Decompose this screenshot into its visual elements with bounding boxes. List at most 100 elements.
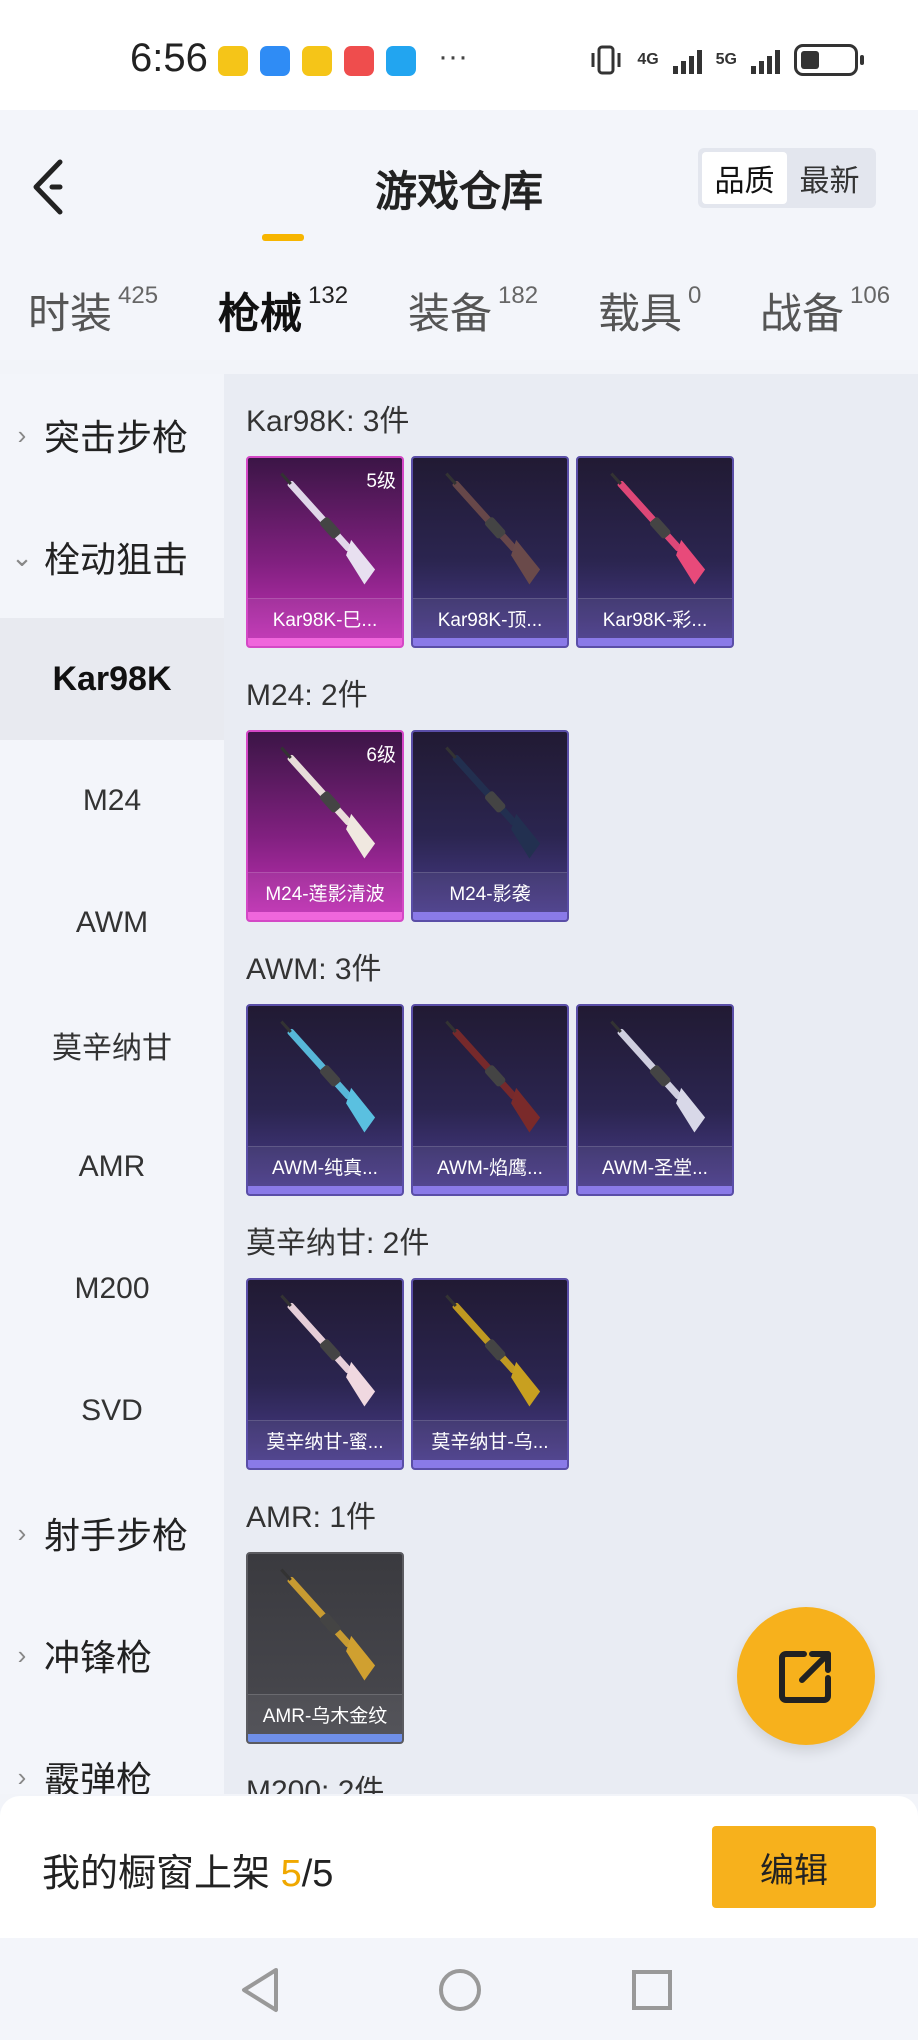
sidebar-item-label: AWM [75,906,149,939]
sidebar-subitem[interactable]: M200 [0,1228,224,1350]
sidebar-subitem[interactable]: M24 [0,740,224,862]
sidebar-category[interactable]: › 霰弹枪 [0,1716,224,1794]
sidebar-item-label: 莫辛纳甘 [52,1032,172,1065]
weapon-image [280,1294,376,1407]
tab-label: 载具 [598,290,683,337]
chevron-down-icon: ⌄ [11,541,33,572]
weapon-name: AWM-圣堂... [578,1146,732,1186]
sidebar-item-label: 栓动狙击 [44,539,189,580]
weapon-name: M24-影袭 [413,872,567,912]
vibrate-icon [591,45,621,75]
sidebar-item-label: AMR [78,1150,146,1183]
weapon-card[interactable]: 莫辛纳甘-乌... [411,1278,569,1470]
rarity-bar [248,638,402,646]
sort-toggle: 品质 最新 [698,148,876,208]
weapon-name: Kar98K-顶... [413,598,567,638]
edit-button[interactable]: 编辑 [712,1826,876,1908]
sidebar-category[interactable]: › 突击步枪 [0,374,224,496]
rarity-bar [413,1460,567,1468]
sidebar-item-label: 突击步枪 [44,417,189,458]
sidebar-category[interactable]: › 冲锋枪 [0,1594,224,1716]
weapon-image [610,472,706,585]
signal-icon [672,46,702,74]
group-title: M24: 2件 [246,679,368,712]
tab-label: 战备 [760,290,845,337]
tab-count: 0 [688,282,702,309]
nav-home-icon[interactable] [430,1960,490,2020]
weapon-card[interactable]: 莫辛纳甘-蜜... [246,1278,404,1470]
rarity-bar [413,1186,567,1194]
sidebar-subitem[interactable]: Kar98K [0,618,224,740]
weapon-image [445,1294,541,1407]
weapon-card[interactable]: M24-影袭 [411,730,569,922]
sidebar-subitem[interactable]: SVD [0,1350,224,1472]
showcase-current-count: 5 [280,1853,302,1895]
notification-app-icon [260,46,290,76]
rarity-bar [248,1460,402,1468]
nav-recents-icon[interactable] [622,1960,682,2020]
weapon-name: AWM-纯真... [248,1146,402,1186]
system-nav-bar [0,1938,918,2040]
chevron-right-icon: › [17,1639,27,1670]
rarity-bar [248,912,402,920]
weapon-card[interactable]: AWM-纯真... [246,1004,404,1196]
nav-back-icon[interactable] [232,1960,292,2020]
sidebar-item-label: Kar98K [52,659,172,698]
tab-vehicles[interactable]: 载具 0 [598,280,701,341]
group-title: 莫辛纳甘: 2件 [246,1227,430,1260]
chevron-right-icon: › [17,419,27,450]
tab-label: 装备 [408,290,493,337]
weapon-level-badge: 6级 [366,745,396,766]
weapon-card[interactable]: AWM-圣堂... [576,1004,734,1196]
tab-equipment[interactable]: 装备 182 [408,280,538,341]
rarity-bar [413,912,567,920]
rarity-bar [578,638,732,646]
group-title: AMR: 1件 [246,1501,377,1534]
notification-icons [218,46,416,76]
sidebar-category[interactable]: ⌄ 栓动狙击 [0,496,224,618]
weapon-card[interactable]: Kar98K-顶... [411,456,569,648]
weapon-image [280,1020,376,1133]
weapon-name: Kar98K-巳... [248,598,402,638]
sidebar-subitem[interactable]: AWM [0,862,224,984]
rarity-bar [578,1186,732,1194]
active-tab-indicator [262,234,304,241]
notification-app-icon [302,46,332,76]
showcase-bar: 我的橱窗上架 5/5 编辑 [0,1796,918,1938]
weapon-type-sidebar: › 突击步枪 ⌄ 栓动狙击 Kar98K M24 AWM 莫辛纳甘 AMR M200 SVD › 射手步… [0,374,224,1794]
weapon-card[interactable]: 6级 M24-莲影清波 [246,730,404,922]
sidebar-item-label: 射手步枪 [44,1515,189,1556]
weapon-name: M24-莲影清波 [248,872,402,912]
sidebar-category[interactable]: › 射手步枪 [0,1472,224,1594]
weapon-name: 莫辛纳甘-蜜... [248,1420,402,1460]
tab-supplies[interactable]: 战备 106 [760,280,890,341]
status-indicators: 4G 5G [589,44,864,76]
tab-count: 106 [850,282,891,309]
share-floating-button[interactable] [737,1607,875,1745]
network-4g-label: 4G [637,51,659,68]
weapon-image [445,746,541,859]
sidebar-item-label: M24 [82,784,142,817]
weapon-card[interactable]: 5级 Kar98K-巳... [246,456,404,648]
sort-by-newest-button[interactable]: 最新 [787,152,872,204]
header: 游戏仓库 品质 最新 时装 425 枪械 132 装备 182 载具 0 战备 106 [0,110,918,360]
rarity-bar [248,1186,402,1194]
sidebar-item-label: 霰弹枪 [44,1759,153,1794]
tab-fashion[interactable]: 时装 425 [28,280,158,341]
sidebar-subitem[interactable]: 莫辛纳甘 [0,984,224,1106]
weapon-card[interactable]: Kar98K-彩... [576,456,734,648]
weapon-card[interactable]: AWM-焰鹰... [411,1004,569,1196]
sidebar-subitem[interactable]: AMR [0,1106,224,1228]
weapon-card[interactable]: AMR-乌木金纹 [246,1552,404,1744]
sidebar-item-label: 冲锋枪 [44,1637,153,1678]
weapon-grid: Kar98K: 3件 5级 Kar98K-巳... Kar98K-顶... Kar98K… [224,374,918,1794]
status-bar: 6:56 ··· 4G 5G [0,0,918,110]
tab-count: 132 [308,282,349,309]
sort-by-quality-button[interactable]: 品质 [702,152,787,204]
rarity-bar [413,638,567,646]
chevron-right-icon: › [17,1517,27,1548]
showcase-total-count: /5 [301,1853,334,1895]
tab-guns[interactable]: 枪械 132 [218,280,348,341]
weapon-name: 莫辛纳甘-乌... [413,1420,567,1460]
signal-icon-2 [751,46,780,74]
